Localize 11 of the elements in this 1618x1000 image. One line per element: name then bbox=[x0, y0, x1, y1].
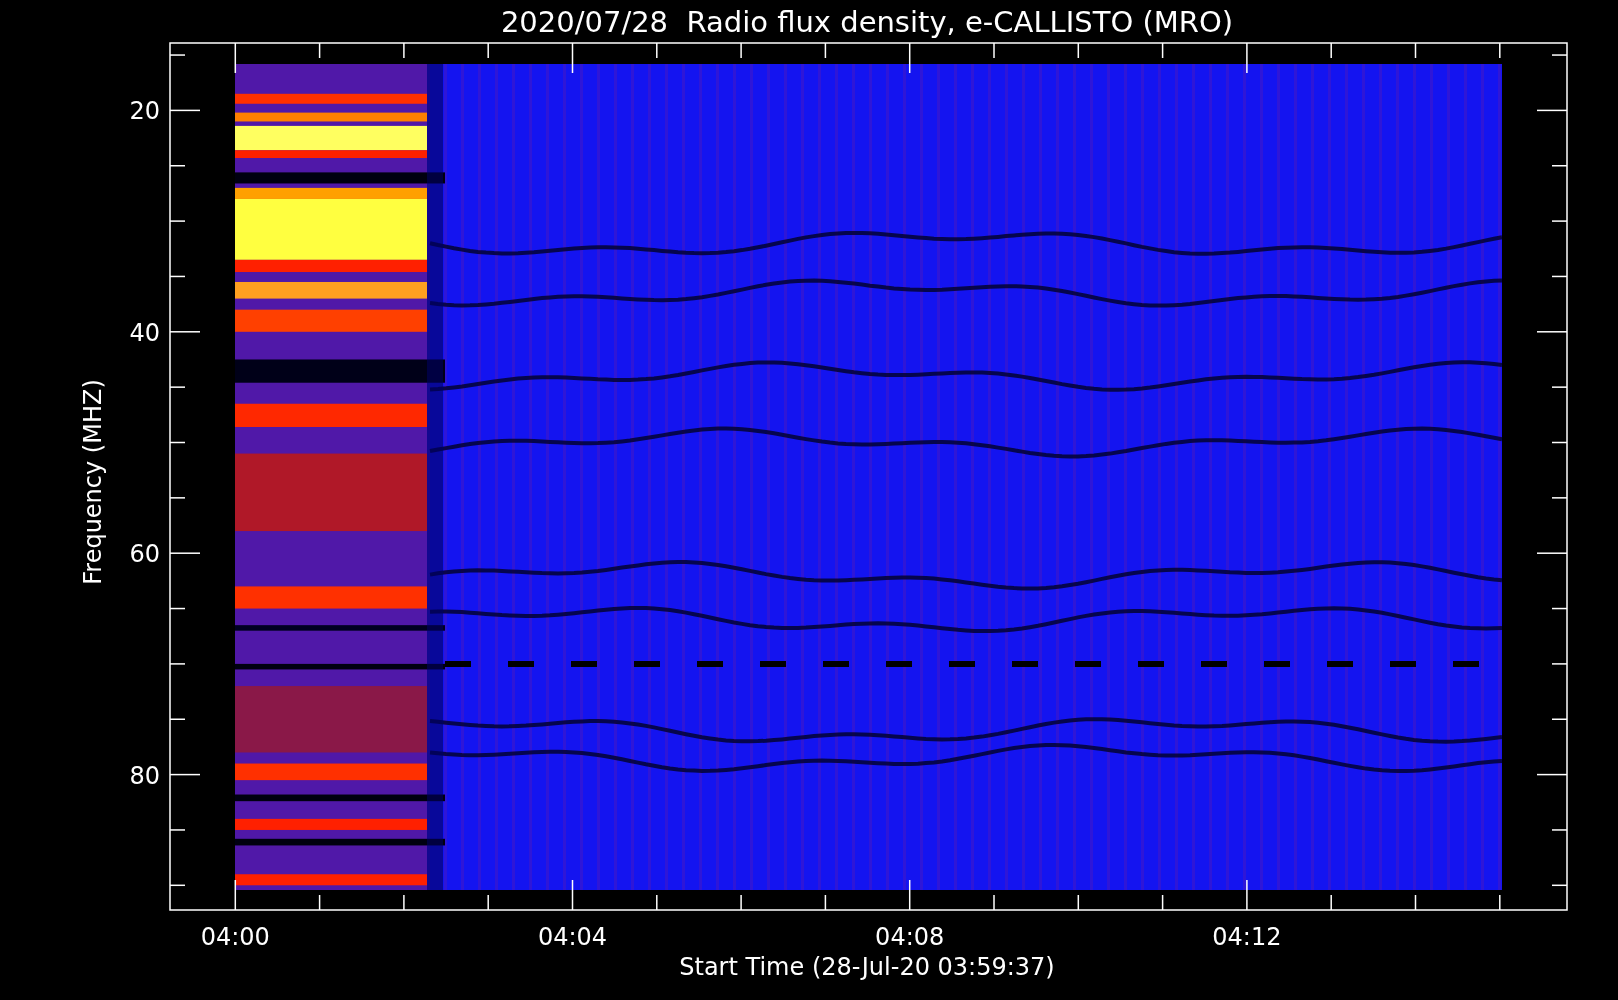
chart-title: 2020/07/28 Radio flux density, e-CALLISTO (MRO) bbox=[500, 5, 1234, 39]
axis-label: Start Time (28-Jul-20 03:59:37) bbox=[679, 953, 1055, 981]
axis-tick-label: 04:00 bbox=[200, 923, 270, 951]
axis-label: Frequency (MHZ) bbox=[79, 379, 107, 585]
axis-tick-label: 60 bbox=[129, 540, 160, 569]
axis-tick-label: 04:12 bbox=[1212, 923, 1282, 951]
axis-tick-label: 04:08 bbox=[875, 923, 945, 951]
axis-tick-label: 04:04 bbox=[537, 923, 608, 951]
axis-tick-label: 20 bbox=[129, 97, 160, 126]
axis-tick-label: 40 bbox=[129, 318, 160, 347]
axis-tick-label: 80 bbox=[129, 761, 160, 790]
